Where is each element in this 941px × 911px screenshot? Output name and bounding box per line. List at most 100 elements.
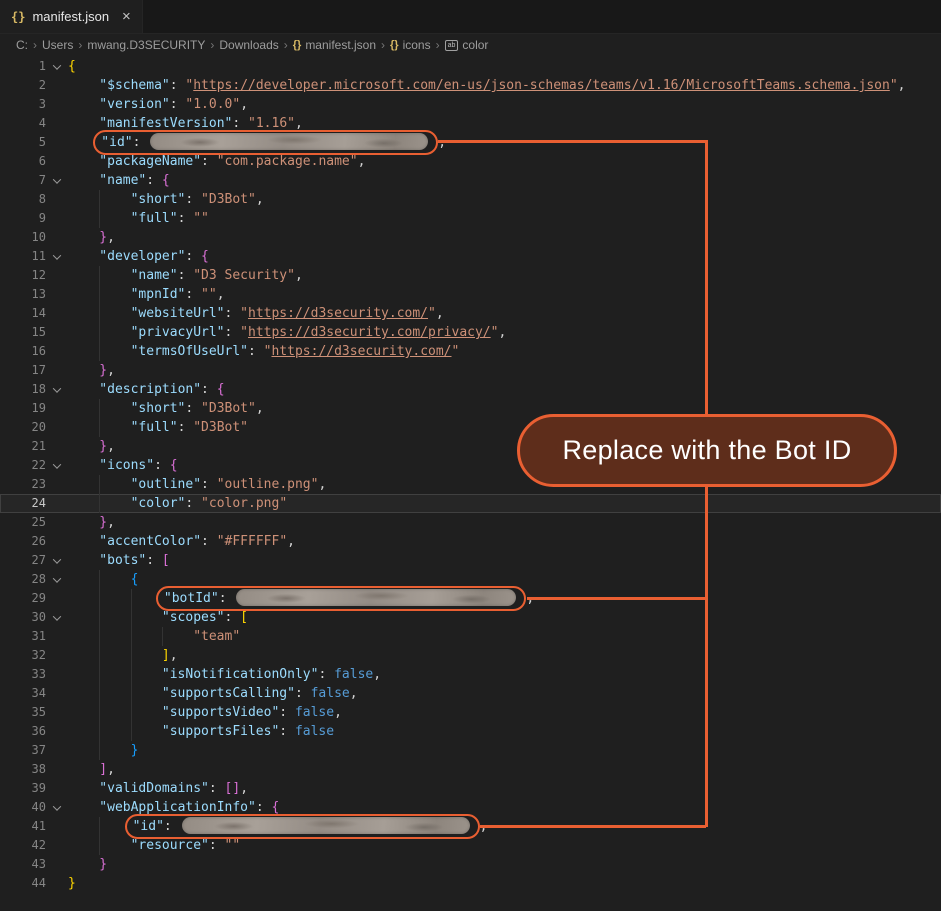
code-line-25[interactable]: 25}, [0,513,941,532]
code-line-27[interactable]: 27"bots": [ [0,551,941,570]
line-number: 14 [0,304,46,323]
indent-guide [99,323,130,342]
breadcrumb-item-users[interactable]: Users [42,38,73,52]
breadcrumb-separator-icon: › [210,38,214,52]
line-number: 27 [0,551,46,570]
tab-label: manifest.json [32,9,109,24]
code-line-13[interactable]: 13"mpnId": "", [0,285,941,304]
code-line-44[interactable]: 44} [0,874,941,893]
code-line-31[interactable]: 31"team" [0,627,941,646]
code-line-9[interactable]: 9"full": "" [0,209,941,228]
line-number: 9 [0,209,46,228]
line-number: 25 [0,513,46,532]
code-line-15[interactable]: 15"privacyUrl": "https://d3security.com/… [0,323,941,342]
code-line-14[interactable]: 14 "websiteUrl": "https://d3security.com/… [0,304,941,323]
indent [68,779,99,798]
fold-spacer [46,817,68,836]
close-icon[interactable]: × [122,8,131,25]
indent-guide [131,684,162,703]
code-line-11[interactable]: 11 "developer": { [0,247,941,266]
fold-spacer [46,836,68,855]
indent-guide [131,703,162,722]
code-line-24[interactable]: 24"color": "color.png" [0,494,941,513]
json-file-icon: {} [11,10,25,24]
line-number: 39 [0,779,46,798]
breadcrumb-item-downloads[interactable]: Downloads [219,38,278,52]
line-number: 2 [0,76,46,95]
breadcrumb-item-color[interactable]: abcolor [445,38,489,52]
breadcrumb-item-c-[interactable]: C: [16,38,28,52]
code-line-12[interactable]: 12"name": "D3 Security", [0,266,941,285]
fold-spacer [46,684,68,703]
fold-chevron-icon[interactable] [46,551,68,570]
indent [68,722,99,741]
code-text: "team" [68,627,941,646]
code-line-35[interactable]: 35"supportsVideo": false, [0,703,941,722]
code-line-7[interactable]: 7"name": { [0,171,941,190]
code-line-26[interactable]: 26"accentColor": "#FFFFFF", [0,532,941,551]
fold-spacer [46,532,68,551]
fold-chevron-icon[interactable] [46,57,68,76]
indent [68,285,99,304]
redacted-value-pill [236,589,516,606]
fold-chevron-icon[interactable] [46,247,68,266]
indent [68,665,99,684]
tab-manifest-json[interactable]: {} manifest.json × [0,0,143,33]
code-line-1[interactable]: 1{ [0,57,941,76]
indent [68,266,99,285]
indent [68,836,99,855]
line-number: 40 [0,798,46,817]
code-line-8[interactable]: 8"short": "D3Bot", [0,190,941,209]
redacted-value-pill [182,817,470,834]
code-line-38[interactable]: 38], [0,760,941,779]
code-line-43[interactable]: 43} [0,855,941,874]
code-text: } [68,741,941,760]
line-number: 41 [0,817,46,836]
code-line-34[interactable]: 34"supportsCalling": false, [0,684,941,703]
indent-guide [99,494,130,513]
fold-spacer [46,418,68,437]
line-number: 23 [0,475,46,494]
code-text: "validDomains": [], [68,779,941,798]
code-line-37[interactable]: 37} [0,741,941,760]
code-text: "mpnId": "", [68,285,941,304]
code-text: } [68,874,941,893]
indent [68,532,99,551]
code-text: "developer": { [68,247,941,266]
code-line-2[interactable]: 2"$schema": "https://developer.microsoft… [0,76,941,95]
code-line-36[interactable]: 36"supportsFiles": false [0,722,941,741]
code-text: }, [68,361,941,380]
code-line-42[interactable]: 42"resource": "" [0,836,941,855]
code-line-33[interactable]: 33"isNotificationOnly": false, [0,665,941,684]
indent-guide [99,722,130,741]
breadcrumb-item-manifest-json[interactable]: {}manifest.json [293,38,376,52]
breadcrumb-item-mwang-d3security[interactable]: mwang.D3SECURITY [87,38,205,52]
code-line-29[interactable]: 29"botId": , [0,589,941,608]
code-line-5[interactable]: 5"id": , [0,133,941,152]
code-line-39[interactable]: 39 "validDomains": [], [0,779,941,798]
code-line-10[interactable]: 10}, [0,228,941,247]
code-line-6[interactable]: 6"packageName": "com.package.name", [0,152,941,171]
fold-chevron-icon[interactable] [46,798,68,817]
fold-chevron-icon[interactable] [46,456,68,475]
breadcrumb-item-icons[interactable]: {}icons [390,38,431,52]
code-line-3[interactable]: 3"version": "1.0.0", [0,95,941,114]
code-line-16[interactable]: 16"termsOfUseUrl": "https://d3security.c… [0,342,941,361]
code-line-30[interactable]: 30"scopes": [ [0,608,941,627]
fold-chevron-icon[interactable] [46,570,68,589]
code-line-41[interactable]: 41"id": , [0,817,941,836]
fold-chevron-icon[interactable] [46,380,68,399]
breadcrumb-label: color [462,38,488,52]
code-text: "termsOfUseUrl": "https://d3security.com… [68,342,941,361]
code-line-17[interactable]: 17}, [0,361,941,380]
code-line-18[interactable]: 18"description": { [0,380,941,399]
tab-bar: {} manifest.json × [0,0,941,34]
indent [68,228,99,247]
indent [68,95,99,114]
code-text: "name": { [68,171,941,190]
line-number: 11 [0,247,46,266]
code-line-32[interactable]: 32], [0,646,941,665]
fold-chevron-icon[interactable] [46,171,68,190]
fold-chevron-icon[interactable] [46,608,68,627]
code-text: "websiteUrl": "https://d3security.com/", [68,304,941,323]
